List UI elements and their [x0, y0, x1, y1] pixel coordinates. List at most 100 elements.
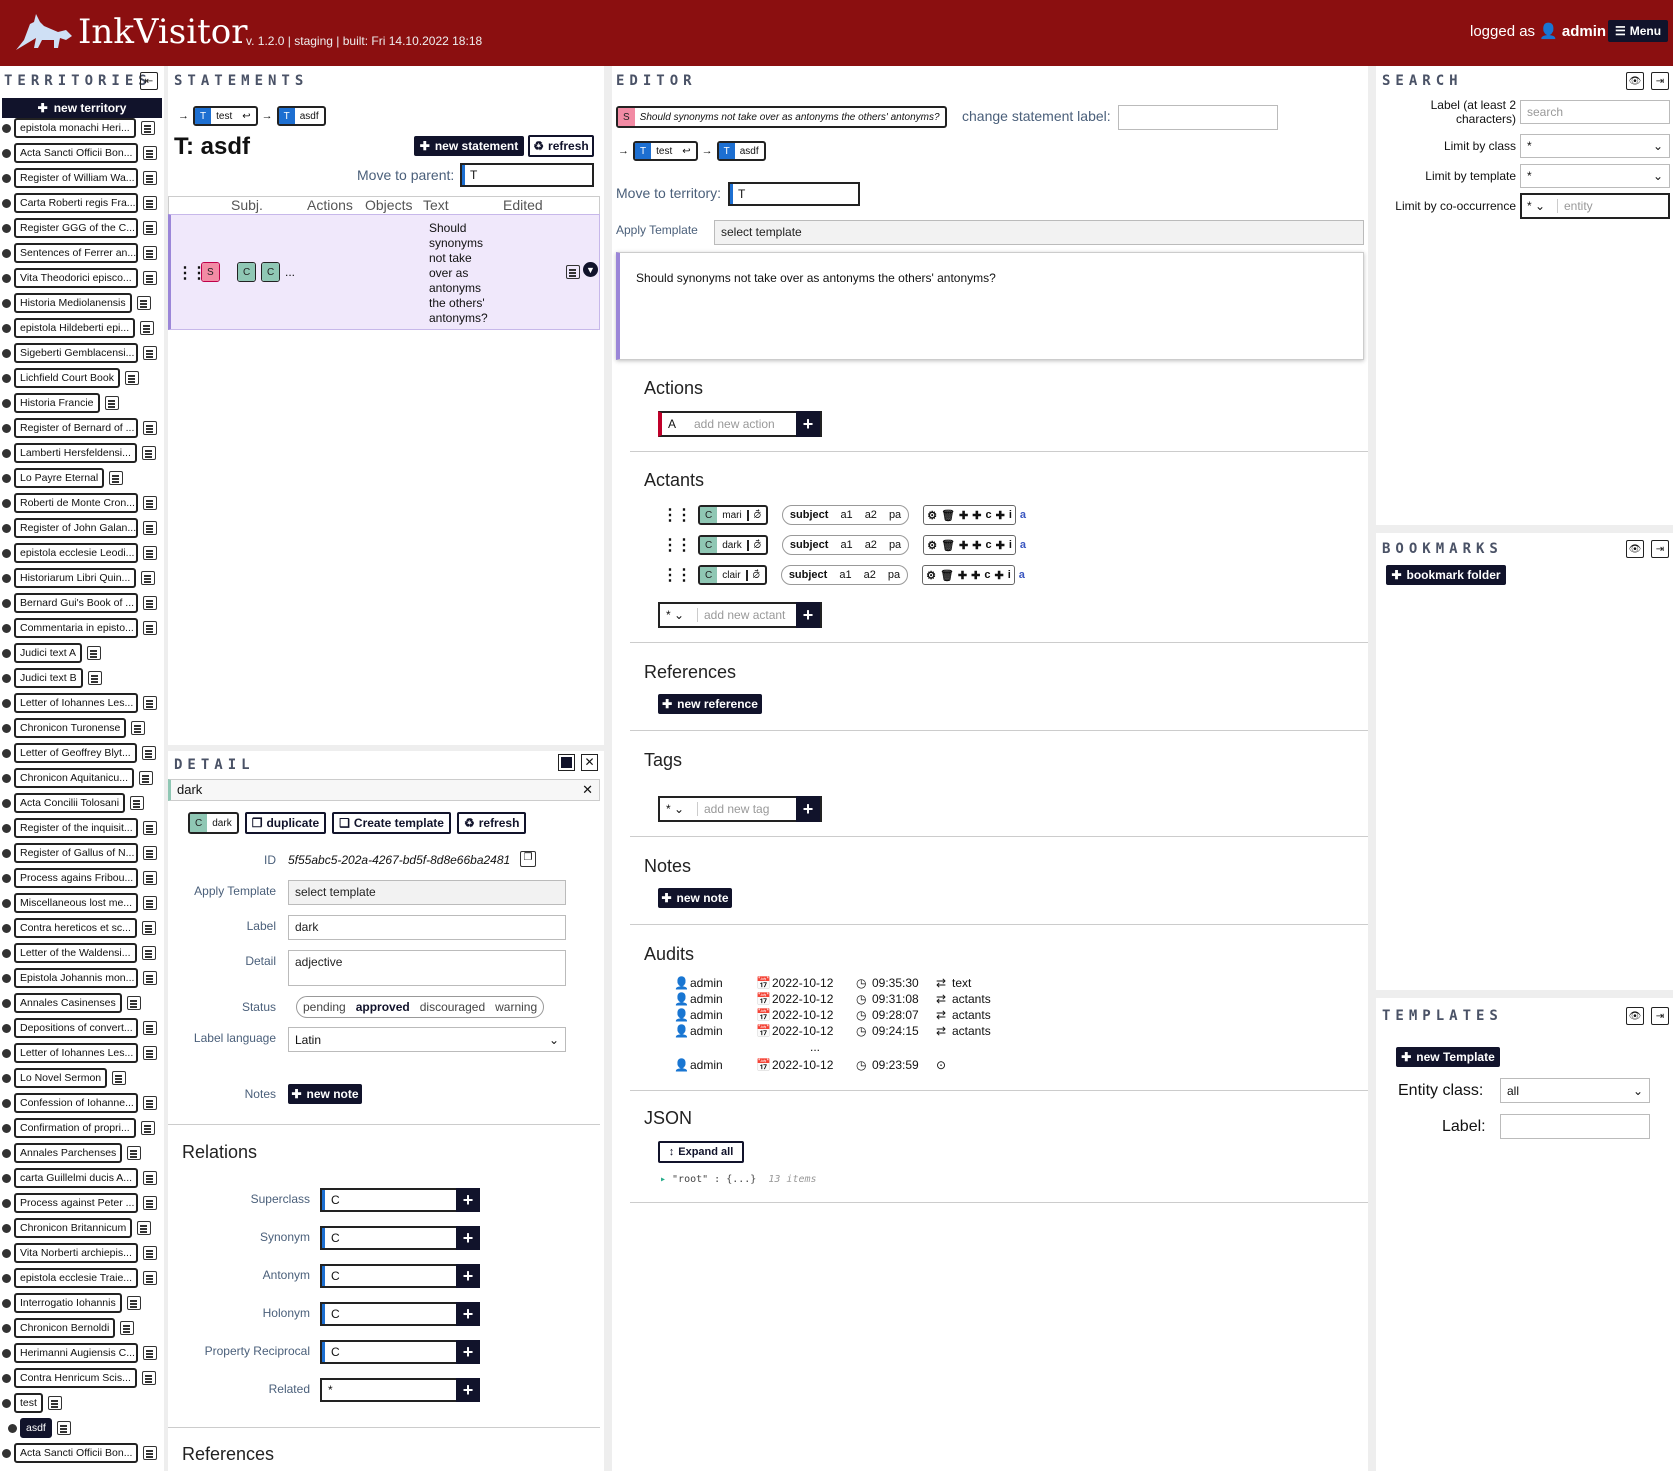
panel-separator[interactable] [604, 66, 612, 1471]
new-reference-button[interactable]: ✚ new reference [658, 694, 762, 714]
list-icon[interactable] [141, 921, 156, 935]
panel-separator[interactable] [168, 745, 604, 751]
list-icon[interactable] [143, 1346, 157, 1360]
position-a2[interactable]: a2 [864, 569, 876, 581]
undo-icon[interactable]: ↩ [677, 146, 695, 157]
tag-class-select[interactable]: * ⌄ [660, 802, 698, 816]
list-icon[interactable] [126, 1296, 141, 1310]
move-to-territory-input[interactable]: T [728, 182, 860, 206]
list-icon[interactable] [143, 221, 157, 235]
identification-letter[interactable]: i [1009, 539, 1012, 551]
list-icon[interactable] [141, 571, 156, 585]
territory-item[interactable]: Register of William Wa... [0, 167, 157, 189]
relation-input[interactable]: C [320, 1264, 458, 1288]
territory-item[interactable]: Process against Peter ... [0, 1192, 157, 1214]
list-icon[interactable] [136, 296, 151, 310]
territory-label[interactable]: Commentaria in episto... [14, 618, 138, 638]
tree-node-icon[interactable] [2, 473, 11, 483]
tree-node-icon[interactable] [2, 898, 11, 908]
territory-label[interactable]: Lo Novel Sermon [14, 1068, 108, 1088]
list-icon[interactable] [143, 696, 157, 710]
relation-input[interactable]: C [320, 1188, 458, 1212]
territory-label[interactable]: Letter of the Waldensi... [14, 943, 137, 963]
territory-item[interactable]: Chronicon Aquitanicu... [0, 767, 153, 789]
move-to-parent-input[interactable]: T [460, 163, 594, 187]
tree-node-icon[interactable] [2, 1048, 11, 1058]
territory-label[interactable]: Process agains Fribou... [14, 868, 138, 888]
tree-node-icon[interactable] [2, 323, 11, 333]
list-icon[interactable] [56, 1421, 71, 1435]
territory-label[interactable]: Lichfield Court Book [14, 368, 120, 388]
add-relation-button[interactable]: + [456, 1226, 480, 1250]
territory-label[interactable]: Interrogatio Iohannis [14, 1293, 122, 1313]
tree-node-icon[interactable] [2, 1123, 11, 1133]
list-icon[interactable] [131, 721, 146, 735]
tree-node-icon[interactable] [2, 1273, 11, 1283]
territory-item[interactable]: Judici text A [0, 642, 102, 664]
territory-label[interactable]: Register of the inquisit... [14, 818, 138, 838]
plus-icon[interactable]: ✚ [959, 509, 968, 522]
plus-icon[interactable]: ✚ [996, 509, 1005, 522]
tree-node-icon[interactable] [2, 348, 11, 358]
list-icon[interactable] [143, 421, 157, 435]
territory-item[interactable]: Process agains Fribou... [0, 867, 157, 889]
trash-icon[interactable]: 🗑 [940, 569, 954, 582]
actant-position-pill[interactable]: subject a1 a2 pa [781, 505, 910, 525]
tree-node-icon[interactable] [2, 648, 11, 658]
drag-handle-icon[interactable]: ⋮⋮ [662, 565, 692, 585]
territory-label[interactable]: epistola monachi Heri... [14, 118, 136, 138]
territory-label[interactable]: Chronicon Bernoldi [14, 1318, 116, 1338]
territory-item[interactable]: Letter of Geoffrey Blyt... [0, 742, 156, 764]
territory-item[interactable]: Register of Bernard of ... [0, 417, 157, 439]
drag-handle-icon[interactable]: ⋮⋮ [662, 535, 692, 555]
editor-breadcrumb-asdf[interactable]: Tasdf [716, 141, 766, 161]
list-icon[interactable] [143, 1196, 157, 1210]
list-icon[interactable] [143, 346, 157, 360]
bookmark-folder-button[interactable]: ✚ bookmark folder [1386, 565, 1506, 585]
territory-item[interactable]: epistola ecclesie Leodi... [0, 542, 157, 564]
list-icon[interactable] [143, 546, 157, 560]
territory-label[interactable]: Miscellaneous lost me... [14, 893, 138, 913]
collapse-panel-icon[interactable]: ⇥ [1651, 540, 1669, 558]
tree-node-icon[interactable] [2, 1348, 11, 1358]
tree-node-icon[interactable] [2, 1098, 11, 1108]
plus-icon[interactable]: ✚ [958, 569, 967, 582]
territory-label[interactable]: Annales Casinenses [14, 993, 122, 1013]
territory-item[interactable]: Interrogatio Iohannis [0, 1292, 141, 1314]
tree-node-icon[interactable] [2, 273, 11, 283]
territory-item[interactable]: Letter of Iohannes Les... [0, 692, 157, 714]
undo-icon[interactable]: ↩ [237, 111, 255, 122]
tree-node-icon[interactable] [2, 573, 11, 583]
tree-node-icon[interactable] [2, 548, 11, 558]
relation-input[interactable]: C [320, 1340, 458, 1364]
plus-icon[interactable]: ✚ [972, 539, 981, 552]
list-icon[interactable] [143, 1046, 157, 1060]
tree-node-icon[interactable] [2, 1198, 11, 1208]
territory-label[interactable]: Judici text B [14, 668, 83, 688]
add-action-button[interactable]: + [796, 411, 820, 437]
territory-label[interactable]: Lamberti Hersfeldensi... [14, 443, 137, 463]
position-subject[interactable]: subject [790, 539, 829, 551]
json-tree[interactable]: ▸ "root" : {...} 13 items [660, 1174, 817, 1185]
territory-label[interactable]: Depositions of convert... [14, 1018, 138, 1038]
breadcrumb-territory-test[interactable]: Ttest ↩ [193, 106, 258, 126]
add-relation-button[interactable]: + [456, 1264, 480, 1288]
tree-node-icon[interactable] [2, 173, 11, 183]
territory-label[interactable]: Confirmation of propri... [14, 1118, 136, 1138]
territory-label[interactable]: Epistola Johannis mon... [14, 968, 138, 988]
plus-icon[interactable]: ✚ [996, 539, 1005, 552]
hide-panel-icon[interactable]: 👁 [1626, 72, 1644, 90]
list-icon[interactable] [566, 265, 580, 279]
template-label-input[interactable] [1500, 1114, 1650, 1139]
territory-item[interactable]: Register of John Galan... [0, 517, 157, 539]
territory-item[interactable]: Acta Sancti Officii Bon... [0, 142, 157, 164]
territory-label[interactable]: Contra Henricum Scis... [14, 1368, 137, 1388]
list-icon[interactable] [112, 1071, 127, 1085]
hide-panel-icon[interactable]: 👁 [1626, 1007, 1644, 1025]
list-icon[interactable] [87, 646, 102, 660]
territory-label[interactable]: Process against Peter ... [14, 1193, 138, 1213]
detail-new-note-button[interactable]: ✚ new note [288, 1084, 362, 1104]
position-a1[interactable]: a1 [840, 509, 852, 521]
detail-label-input[interactable]: dark [288, 915, 566, 940]
tree-node-icon[interactable] [2, 498, 11, 508]
